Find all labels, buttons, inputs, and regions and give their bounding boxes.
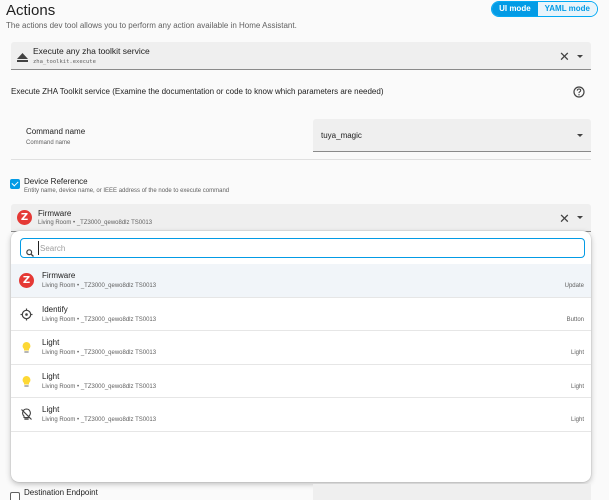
device-reference-sublabel: Entity name, device name, or IEEE addres… — [24, 188, 230, 194]
item-type: Light — [570, 383, 584, 390]
item-name: Identify — [42, 304, 68, 314]
item-name: Light — [42, 371, 60, 381]
list-item[interactable]: Identify Living Room • _TZ3000_qewo8dlz … — [11, 298, 591, 332]
clear-service-icon[interactable]: ✕ — [559, 50, 570, 63]
device-reference-field[interactable]: Firmware Living Room • _TZ3000_qewo8dlz … — [11, 204, 591, 232]
selected-device-location: Living Room • _TZ3000_qewo8dlz TS0013 — [38, 220, 152, 226]
page-title: Actions — [6, 2, 56, 19]
search-input[interactable] — [38, 241, 578, 255]
list-item[interactable]: Firmware Living Room • _TZ3000_qewo8dlz … — [11, 264, 591, 298]
command-name-value: tuya_magic — [321, 131, 362, 140]
item-location: Living Room • _TZ3000_qewo8dlz TS0013 — [42, 350, 156, 356]
device-reference-checkbox[interactable] — [10, 179, 20, 189]
item-type: Button — [566, 316, 584, 323]
bullet-separator: • — [77, 316, 80, 323]
item-location: Living Room • _TZ3000_qewo8dlz TS0013 — [42, 317, 156, 323]
search-box — [20, 238, 585, 258]
yaml-mode-button[interactable]: YAML mode — [537, 2, 597, 16]
lightbulb-on-icon — [19, 374, 34, 389]
device-text: _TZ3000_qewo8dlz TS0013 — [80, 350, 157, 357]
page-subtitle: The actions dev tool allows you to perfo… — [6, 21, 297, 30]
search-icon — [26, 244, 34, 262]
entity-list: Firmware Living Room • _TZ3000_qewo8dlz … — [11, 264, 591, 432]
service-id: zha_toolkit.execute — [33, 59, 96, 65]
zigbee-logo-icon — [17, 210, 32, 225]
service-dropdown-icon[interactable] — [577, 55, 583, 58]
location-text: Living Room — [42, 283, 76, 289]
service-title: Execute any zha toolkit service — [33, 46, 150, 56]
bullet-separator: • — [77, 417, 80, 424]
selected-device-name: Firmware — [38, 209, 72, 218]
device-text: _TZ3000_qewo8dlz TS0013 — [80, 283, 157, 289]
list-item[interactable]: Light Living Room • _TZ3000_qewo8dlz TS0… — [11, 365, 591, 399]
location-text: Living Room — [38, 220, 72, 226]
item-type: Light — [570, 417, 584, 424]
item-location: Living Room • _TZ3000_qewo8dlz TS0013 — [42, 417, 156, 423]
ui-mode-button[interactable]: UI mode — [492, 2, 538, 16]
destination-endpoint-label: Destination Endpoint — [24, 488, 98, 497]
item-location: Living Room • _TZ3000_qewo8dlz TS0013 — [42, 384, 156, 390]
location-text: Living Room — [42, 417, 76, 424]
location-text: Living Room — [42, 350, 76, 357]
command-name-select[interactable]: tuya_magic — [313, 119, 591, 152]
entity-picker-dropdown: Firmware Living Room • _TZ3000_qewo8dlz … — [11, 231, 591, 482]
device-text: _TZ3000_qewo8dlz TS0013 — [80, 316, 157, 323]
identify-target-icon — [19, 307, 34, 322]
list-item[interactable]: Light Living Room • _TZ3000_qewo8dlz TS0… — [11, 398, 591, 432]
location-text: Living Room — [42, 383, 76, 390]
command-name-row: Command name Command name tuya_magic — [11, 112, 591, 160]
eject-icon — [17, 49, 28, 67]
device-text: _TZ3000_qewo8dlz TS0013 — [76, 220, 153, 226]
item-name: Light — [42, 338, 60, 348]
bullet-separator: • — [77, 283, 80, 289]
item-name: Firmware — [42, 271, 76, 280]
command-name-sublabel: Command name — [26, 140, 71, 146]
device-text: _TZ3000_qewo8dlz TS0013 — [80, 417, 157, 424]
item-name: Light — [42, 405, 60, 415]
service-select[interactable]: Execute any zha toolkit service zha_tool… — [11, 42, 591, 70]
lightbulb-on-icon — [19, 340, 34, 355]
destination-endpoint-checkbox[interactable] — [10, 492, 20, 500]
zigbee-logo-icon — [19, 273, 34, 288]
command-name-label: Command name — [26, 127, 86, 136]
bullet-separator: • — [73, 220, 76, 226]
location-text: Living Room — [42, 316, 76, 323]
help-icon[interactable] — [573, 85, 585, 103]
item-location: Living Room • _TZ3000_qewo8dlz TS0013 — [42, 283, 156, 289]
lightbulb-off-icon — [19, 407, 34, 422]
device-text: _TZ3000_qewo8dlz TS0013 — [80, 383, 157, 390]
item-type: Light — [570, 350, 584, 357]
clear-device-icon[interactable]: ✕ — [559, 212, 570, 225]
device-dropdown-icon[interactable] — [577, 216, 583, 219]
command-dropdown-icon[interactable] — [577, 134, 583, 137]
execute-description: Execute ZHA Toolkit service (Examine the… — [11, 87, 384, 96]
header: Actions The actions dev tool allows you … — [0, 0, 609, 40]
item-type: Update — [564, 283, 584, 289]
destination-endpoint-field[interactable] — [313, 484, 591, 500]
mode-toggle: UI mode YAML mode — [491, 1, 598, 17]
bullet-separator: • — [77, 350, 80, 357]
list-item[interactable]: Light Living Room • _TZ3000_qewo8dlz TS0… — [11, 331, 591, 365]
bullet-separator: • — [77, 383, 80, 390]
device-reference-label: Device Reference — [24, 177, 88, 186]
